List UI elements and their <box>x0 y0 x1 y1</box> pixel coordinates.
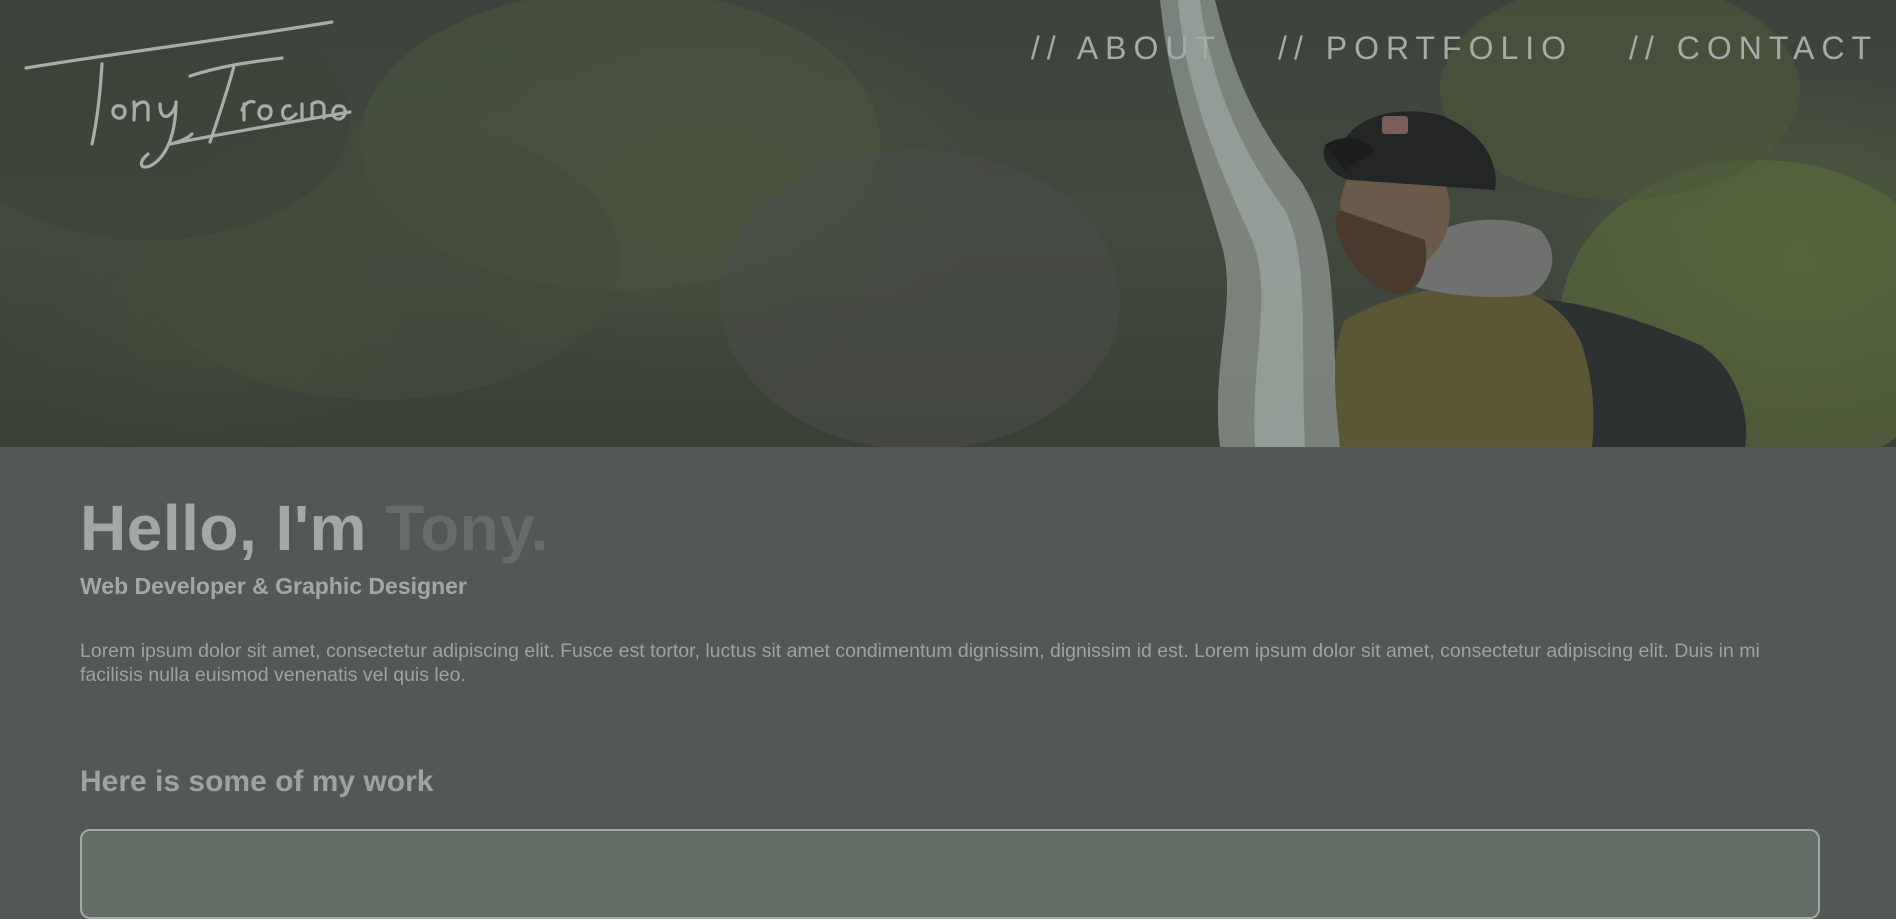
page-title: Hello, I'm Tony. <box>80 491 549 565</box>
logo-signature[interactable] <box>20 16 360 186</box>
hero-banner: // ABOUT // PORTFOLIO // CONTACT <box>0 0 1896 447</box>
main-nav: // ABOUT // PORTFOLIO // CONTACT <box>1031 30 1878 67</box>
nav-about-link[interactable]: // ABOUT <box>1031 30 1222 67</box>
name-text: Tony. <box>385 492 549 564</box>
greeting-text: Hello, I'm <box>80 492 386 564</box>
nav-contact-link[interactable]: // CONTACT <box>1629 30 1878 67</box>
jacket <box>1335 284 1594 447</box>
work-heading: Here is some of my work <box>80 765 434 798</box>
nav-portfolio-link[interactable]: // PORTFOLIO <box>1278 30 1573 67</box>
portfolio-card[interactable] <box>80 829 1820 919</box>
rock-patch <box>720 150 1120 447</box>
role-subtitle: Web Developer & Graphic Designer <box>80 573 467 599</box>
cap-patch <box>1382 116 1408 134</box>
intro-paragraph: Lorem ipsum dolor sit amet, consectetur … <box>80 640 1760 686</box>
